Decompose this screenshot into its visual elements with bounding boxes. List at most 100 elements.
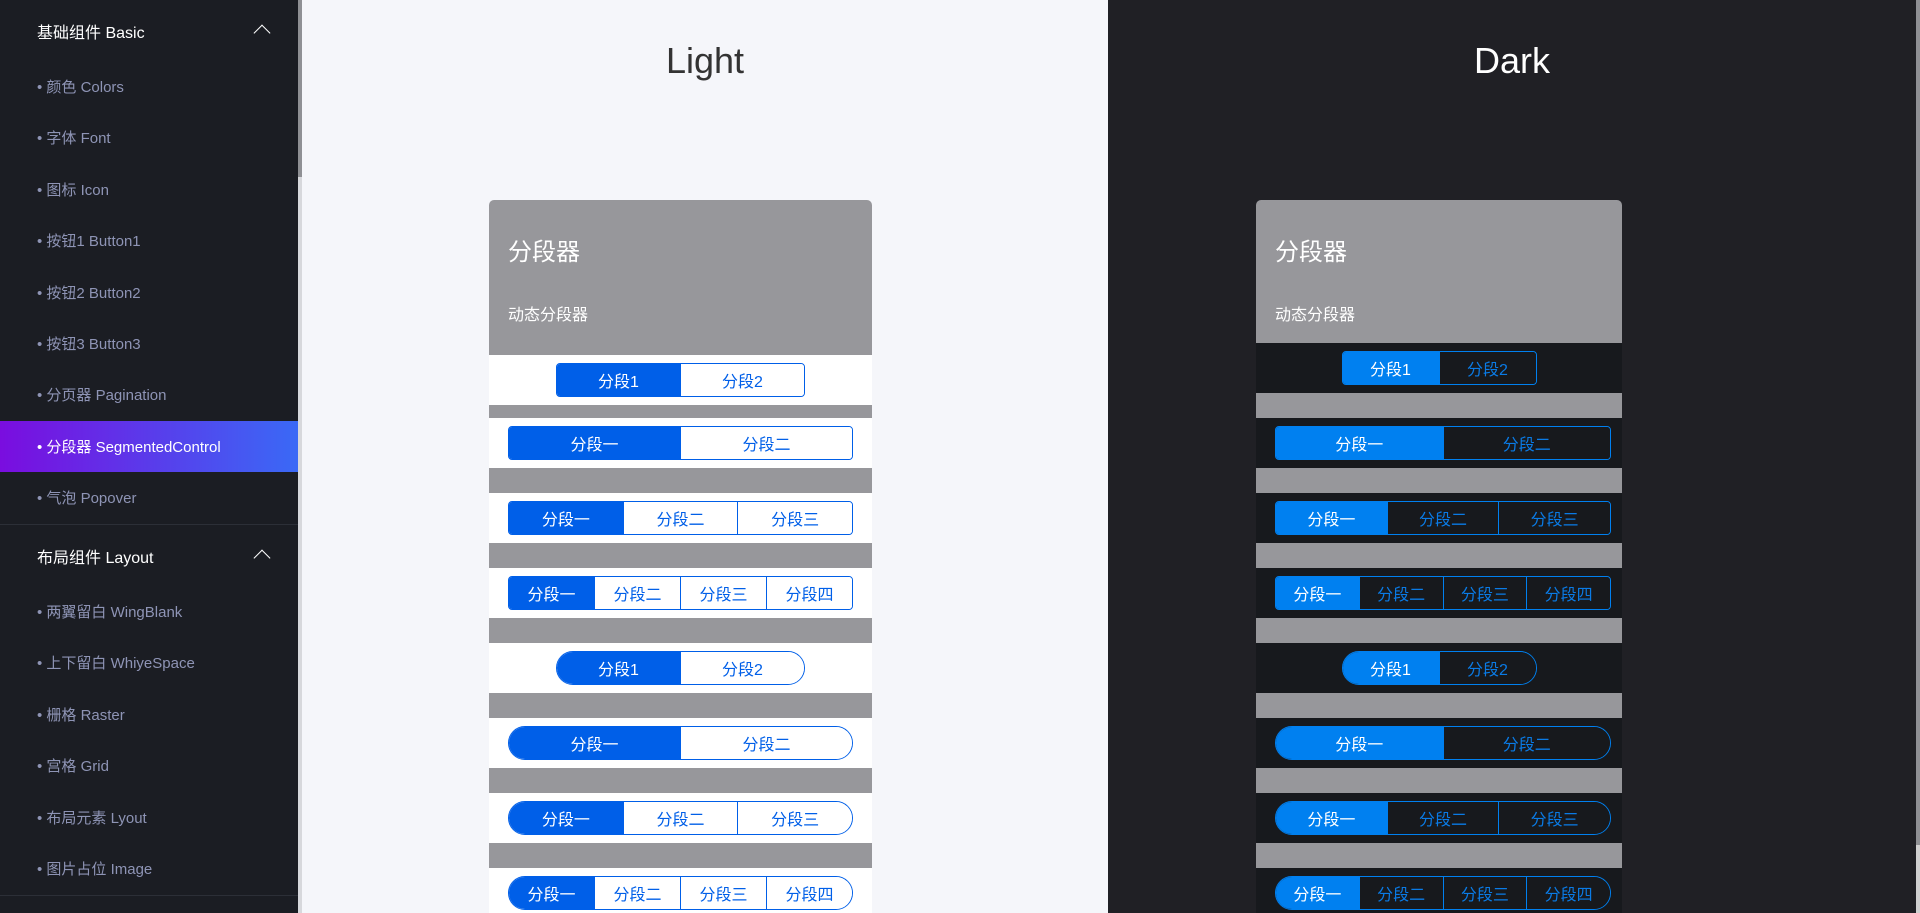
- segment-option[interactable]: 分段二: [594, 877, 680, 909]
- segment-option[interactable]: 分段三: [1498, 802, 1610, 834]
- control-row: 分段一 分段二 分段三: [1256, 793, 1622, 843]
- control-row: 分段1 分段2: [1256, 343, 1622, 393]
- segment-option[interactable]: 分段一: [509, 502, 623, 534]
- segment-option[interactable]: 分段二: [680, 427, 852, 459]
- control-row: 分段一 分段二 分段三 分段四: [489, 568, 872, 618]
- segment-option[interactable]: 分段一: [509, 427, 680, 459]
- segment-option[interactable]: 分段三: [680, 877, 766, 909]
- segment-option[interactable]: 分段三: [1442, 577, 1527, 609]
- segment-option[interactable]: 分段1: [1342, 652, 1439, 684]
- segment-option[interactable]: 分段一: [509, 802, 623, 834]
- segmented-control: 分段1 分段2: [1341, 351, 1537, 385]
- segment-option[interactable]: 分段四: [1526, 577, 1610, 609]
- segmented-control: 分段一 分段二: [1275, 426, 1611, 460]
- segment-option[interactable]: 分段二: [1442, 727, 1610, 759]
- segment-option[interactable]: 分段一: [1276, 577, 1359, 609]
- segment-option[interactable]: 分段二: [1386, 802, 1499, 834]
- sidebar: 基础组件 Basic • 颜色 Colors • 字体 Font • 图标 Icon •…: [0, 0, 298, 913]
- segmented-control: 分段一 分段二 分段三: [1275, 501, 1611, 535]
- sidebar-item[interactable]: • 上下留白 WhiyeSpace: [0, 637, 298, 688]
- card-subtitle: 动态分段器: [1275, 307, 1356, 324]
- segmented-control-card: 分段器 动态分段器 分段1 分段2 分段一 分段二 分段一 分段二 分段三 分段一 分段二 分段三…: [489, 200, 872, 913]
- segmented-control: 分段一 分段二 分段三 分段四: [508, 876, 853, 910]
- segment-option[interactable]: 分段一: [1276, 727, 1443, 759]
- segment-option[interactable]: 分段一: [1276, 802, 1387, 834]
- page-scrollbar[interactable]: [1916, 0, 1920, 913]
- sidebar-item[interactable]: • 图片占位 Image: [0, 843, 298, 894]
- segment-option[interactable]: 分段三: [1498, 502, 1610, 534]
- group-label: 基础组件 Basic: [37, 24, 145, 42]
- segment-option[interactable]: 分段二: [680, 727, 852, 759]
- pane-title: Dark: [1473, 40, 1550, 81]
- segment-option[interactable]: 分段三: [1442, 877, 1527, 909]
- control-row: 分段一 分段二 分段三: [489, 793, 872, 843]
- chevron-up-icon[interactable]: [253, 24, 271, 42]
- sidebar-group-header[interactable]: 基础组件 Basic: [0, 5, 298, 56]
- sidebar-item[interactable]: • 按钮2 Button2: [0, 267, 298, 318]
- segment-option[interactable]: 分段三: [737, 802, 852, 834]
- sidebar-item[interactable]: • 图标 Icon: [0, 164, 298, 215]
- segment-option[interactable]: 分段一: [1276, 877, 1359, 909]
- segmented-control: 分段一 分段二 分段三: [508, 501, 853, 535]
- segmented-control: 分段一 分段二 分段三: [1275, 801, 1611, 835]
- control-row: 分段一 分段二: [489, 418, 872, 468]
- segment-option[interactable]: 分段四: [1526, 877, 1610, 909]
- segment-option[interactable]: 分段三: [737, 502, 852, 534]
- scrollbar-thumb[interactable]: [1916, 0, 1920, 845]
- segmented-control: 分段一 分段二: [1275, 726, 1611, 760]
- sidebar-item[interactable]: • 分页器 Pagination: [0, 369, 298, 420]
- segment-option[interactable]: 分段三: [680, 577, 766, 609]
- sidebar-item[interactable]: • 宫格 Grid: [0, 740, 298, 791]
- control-row: 分段一 分段二: [1256, 418, 1622, 468]
- card-title: 分段器: [508, 239, 580, 266]
- sidebar-item[interactable]: • 字体 Font: [0, 112, 298, 163]
- control-row: 分段一 分段二 分段三: [1256, 493, 1622, 543]
- sidebar-item[interactable]: • 按钮3 Button3: [0, 318, 298, 369]
- sidebar-group-header[interactable]: 布局组件 Layout: [0, 530, 298, 581]
- segment-option[interactable]: 分段一: [509, 877, 594, 909]
- sidebar-item[interactable]: • 气泡 Popover: [0, 472, 298, 523]
- segment-option[interactable]: 分段一: [1276, 427, 1443, 459]
- sidebar-item[interactable]: • 按钮1 Button1: [0, 215, 298, 266]
- segment-option[interactable]: 分段1: [557, 652, 680, 684]
- segment-option[interactable]: 分段二: [622, 802, 738, 834]
- segment-option[interactable]: 分段二: [1358, 877, 1443, 909]
- segmented-control: 分段一 分段二 分段三 分段四: [1275, 876, 1611, 910]
- segment-option[interactable]: 分段一: [509, 577, 594, 609]
- control-row: 分段1 分段2: [489, 643, 872, 693]
- card-subtitle: 动态分段器: [508, 307, 589, 324]
- segment-option[interactable]: 分段2: [1438, 652, 1536, 684]
- control-row: 分段1 分段2: [1256, 643, 1622, 693]
- control-row: 分段一 分段二: [489, 718, 872, 768]
- sidebar-item[interactable]: • 分段器 SegmentedControl: [0, 420, 298, 472]
- card-title: 分段器: [1275, 239, 1347, 266]
- control-row: 分段一 分段二 分段三: [489, 493, 872, 543]
- segment-option[interactable]: 分段一: [509, 727, 680, 759]
- segmented-control: 分段1 分段2: [556, 651, 805, 685]
- control-row: 分段一 分段二 分段三 分段四: [1256, 568, 1622, 618]
- light-preview-pane: Light 分段器 动态分段器 分段1 分段2 分段一 分段二 分段一 分段二 分段三 分段一…: [302, 0, 1108, 913]
- segment-option[interactable]: 分段2: [680, 364, 804, 396]
- segment-option[interactable]: 分段1: [557, 364, 680, 396]
- dark-preview-pane: Dark 分段器 动态分段器 分段1 分段2 分段一 分段二 分段一 分段二 分段三 分段一分…: [1108, 0, 1916, 913]
- pane-title: Light: [665, 40, 745, 81]
- sidebar-item[interactable]: • 颜色 Colors: [0, 61, 298, 112]
- segment-option[interactable]: 分段四: [766, 877, 852, 909]
- segment-option[interactable]: 分段二: [1442, 427, 1610, 459]
- segment-option[interactable]: 分段二: [1358, 577, 1443, 609]
- control-row: 分段一 分段二: [1256, 718, 1622, 768]
- segment-option[interactable]: 分段1: [1342, 352, 1439, 384]
- control-row: 分段一 分段二 分段三 分段四: [489, 868, 872, 913]
- sidebar-item[interactable]: • 布局元素 Lyout: [0, 792, 298, 843]
- segmented-control-card: 分段器 动态分段器 分段1 分段2 分段一 分段二 分段一 分段二 分段三 分段一 分段二 分段三…: [1256, 200, 1622, 913]
- sidebar-item[interactable]: • 栅格 Raster: [0, 689, 298, 740]
- segment-option[interactable]: 分段2: [1438, 352, 1536, 384]
- segment-option[interactable]: 分段二: [1386, 502, 1499, 534]
- sidebar-item[interactable]: • 两翼留白 WingBlank: [0, 586, 298, 637]
- chevron-up-icon[interactable]: [253, 549, 271, 567]
- segment-option[interactable]: 分段四: [766, 577, 852, 609]
- segment-option[interactable]: 分段2: [680, 652, 804, 684]
- segment-option[interactable]: 分段二: [594, 577, 680, 609]
- segment-option[interactable]: 分段一: [1276, 502, 1387, 534]
- segment-option[interactable]: 分段二: [622, 502, 738, 534]
